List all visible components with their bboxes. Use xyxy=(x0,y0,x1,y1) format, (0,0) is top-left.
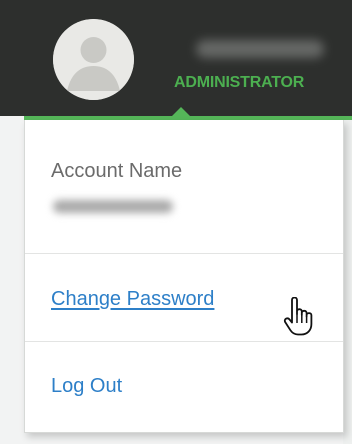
logout-item[interactable]: Log Out xyxy=(25,342,343,432)
account-dropdown-menu: Account Name Change Password Log Out xyxy=(24,120,344,433)
username-redacted[interactable] xyxy=(196,40,324,58)
avatar[interactable] xyxy=(53,19,134,100)
background-edge xyxy=(343,120,352,444)
logout-link[interactable]: Log Out xyxy=(51,375,122,398)
account-section: Account Name xyxy=(25,120,343,254)
hand-pointer-icon xyxy=(283,297,313,336)
user-avatar-icon xyxy=(53,19,134,100)
change-password-link[interactable]: Change Password xyxy=(51,288,214,311)
top-bar: ADMINISTRATOR xyxy=(0,0,352,116)
role-label[interactable]: ADMINISTRATOR xyxy=(174,74,304,92)
account-name-label: Account Name xyxy=(51,160,183,182)
dropdown-caret-icon xyxy=(172,107,190,116)
account-name-value-redacted xyxy=(53,200,173,213)
